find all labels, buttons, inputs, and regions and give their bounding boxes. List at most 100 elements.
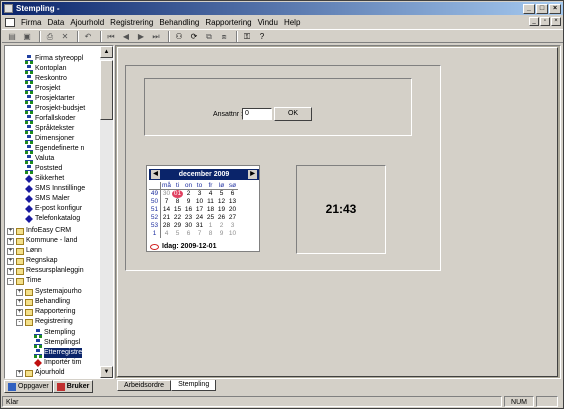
expand-icon[interactable]: + — [16, 308, 23, 316]
tree-item[interactable]: Stemplingsl — [34, 338, 80, 348]
refresh-icon[interactable]: ⟳ — [188, 31, 200, 42]
tab-stempling[interactable]: Stempling — [171, 380, 217, 391]
copy-icon[interactable]: ⧉ — [203, 31, 215, 42]
calendar-day[interactable]: 6 — [227, 190, 238, 198]
tree-item[interactable]: + Ressursplanleggin — [7, 266, 84, 276]
calendar-day[interactable]: 7 — [194, 230, 205, 238]
tree-item[interactable]: SMS Maler — [25, 194, 70, 204]
calendar-day[interactable]: 23 — [183, 214, 194, 222]
calendar-day[interactable]: 01 — [172, 190, 183, 198]
expand-icon[interactable]: + — [7, 247, 14, 255]
tree-item[interactable]: Importér tim — [34, 358, 81, 368]
calendar-day[interactable]: 10 — [194, 198, 205, 206]
expand-icon[interactable]: + — [7, 227, 14, 235]
tree-item[interactable]: Telefonkatalog — [25, 214, 80, 224]
calendar-day[interactable]: 4 — [161, 230, 172, 238]
tree-item[interactable]: + Rapportering — [16, 307, 75, 317]
menu-behandling[interactable]: Behandling — [156, 18, 202, 27]
tree-item[interactable]: + InfoEasy CRM — [7, 226, 71, 236]
calendar-day[interactable]: 9 — [216, 230, 227, 238]
minimize-button[interactable]: _ — [523, 4, 535, 14]
menu-ajourhold[interactable]: Ajourhold — [67, 18, 107, 27]
tree-item[interactable]: Prosjekt-budsjet — [25, 104, 85, 114]
calendar-day[interactable]: 31 — [194, 222, 205, 230]
tree-item[interactable]: + Systemajourho — [16, 287, 82, 297]
calendar-day[interactable]: 19 — [216, 206, 227, 214]
tree-item[interactable]: E-post konfigur — [25, 204, 82, 214]
tree-item[interactable]: Firma styreoppl — [25, 54, 83, 64]
tree-scrollbar[interactable]: ▲ ▼ — [100, 46, 113, 378]
mdi-child-icon[interactable] — [5, 17, 15, 27]
calendar-day[interactable]: 20 — [227, 206, 238, 214]
calendar-day[interactable]: 22 — [172, 214, 183, 222]
save-icon[interactable]: ▣ — [21, 31, 33, 42]
maximize-button[interactable]: □ — [536, 4, 548, 14]
help-icon[interactable]: ? — [256, 31, 268, 42]
tree-item[interactable]: + Behandling — [16, 297, 70, 307]
menu-data[interactable]: Data — [44, 18, 67, 27]
collapse-icon[interactable]: - — [16, 318, 23, 326]
calendar-day[interactable]: 3 — [194, 190, 205, 198]
scroll-up-icon[interactable]: ▲ — [100, 46, 113, 58]
calendar-day[interactable]: 3 — [227, 222, 238, 230]
calendar-day[interactable]: 1 — [205, 222, 216, 230]
previous-month-icon[interactable]: ◀ — [151, 170, 160, 179]
expand-icon[interactable]: + — [16, 288, 23, 296]
tree-item[interactable]: + Kommune - land — [7, 236, 77, 246]
calendar-day[interactable]: 26 — [216, 214, 227, 222]
calendar-day[interactable]: 30 — [161, 190, 172, 198]
key-icon[interactable]: ⚿ — [241, 31, 253, 42]
next-record-icon[interactable]: ▶ — [135, 31, 147, 42]
tree-item[interactable]: Etterregistre — [34, 348, 83, 358]
calendar-day[interactable]: 30 — [183, 222, 194, 230]
calendar-day[interactable]: 24 — [194, 214, 205, 222]
menu-firma[interactable]: Firma — [18, 18, 44, 27]
calendar-day[interactable]: 14 — [161, 206, 172, 214]
tree-item[interactable]: Prosjektarter — [25, 94, 75, 104]
tree-item[interactable]: Poststed — [25, 164, 62, 174]
tree-item[interactable]: Dimensjoner — [25, 134, 74, 144]
tree-item[interactable]: + Regnskap — [7, 256, 58, 266]
calendar-day[interactable]: 8 — [172, 198, 183, 206]
employee-number-input[interactable]: 0 — [242, 108, 272, 120]
calendar-day[interactable]: 27 — [227, 214, 238, 222]
undo-icon[interactable]: ↶ — [82, 31, 94, 42]
calendar-day[interactable]: 8 — [205, 230, 216, 238]
tree-item[interactable]: Valuta — [25, 154, 54, 164]
new-icon[interactable]: ▤ — [6, 31, 18, 42]
tree-item[interactable]: Sikkerhet — [25, 174, 64, 184]
scroll-down-icon[interactable]: ▼ — [100, 366, 113, 378]
close-button[interactable]: × — [549, 4, 561, 14]
calendar-day[interactable]: 9 — [183, 198, 194, 206]
expand-icon[interactable]: + — [16, 369, 23, 377]
tree-item[interactable]: Prosjekt — [25, 84, 60, 94]
calendar-day[interactable]: 29 — [172, 222, 183, 230]
tree-item[interactable]: Egendefinerte n — [25, 144, 84, 154]
tree-item[interactable]: - Time — [7, 276, 41, 286]
scroll-thumb[interactable] — [100, 60, 113, 120]
last-record-icon[interactable]: ⏭ — [150, 31, 162, 42]
calendar-day[interactable]: 7 — [161, 198, 172, 206]
tab-arbeidsordre[interactable]: Arbeidsordre — [117, 380, 172, 391]
calendar-day[interactable]: 25 — [205, 214, 216, 222]
tree-item[interactable]: + Ajourhold — [16, 368, 65, 378]
calendar-day[interactable]: 6 — [183, 230, 194, 238]
print-icon[interactable]: ⎙ — [44, 31, 56, 42]
calendar-day[interactable]: 2 — [183, 190, 194, 198]
calendar-day[interactable]: 2 — [216, 222, 227, 230]
tree-item[interactable]: Forfallskoder — [25, 114, 75, 124]
expand-icon[interactable]: + — [7, 267, 14, 275]
calendar-day[interactable]: 17 — [194, 206, 205, 214]
expand-icon[interactable]: + — [7, 257, 14, 265]
calendar-day[interactable]: 12 — [216, 198, 227, 206]
calendar-day[interactable]: 10 — [227, 230, 238, 238]
mdi-restore-button[interactable]: ▫ — [540, 17, 550, 26]
tab-bruker[interactable]: Bruker — [52, 380, 94, 393]
calendar-day[interactable]: 5 — [172, 230, 183, 238]
binoculars-icon[interactable]: ⚇ — [173, 31, 185, 42]
ok-button[interactable]: OK — [274, 107, 312, 121]
paste-icon[interactable]: ⧈ — [218, 31, 230, 42]
next-month-icon[interactable]: ▶ — [248, 170, 257, 179]
calendar-day[interactable]: 13 — [227, 198, 238, 206]
previous-record-icon[interactable]: ◀ — [120, 31, 132, 42]
